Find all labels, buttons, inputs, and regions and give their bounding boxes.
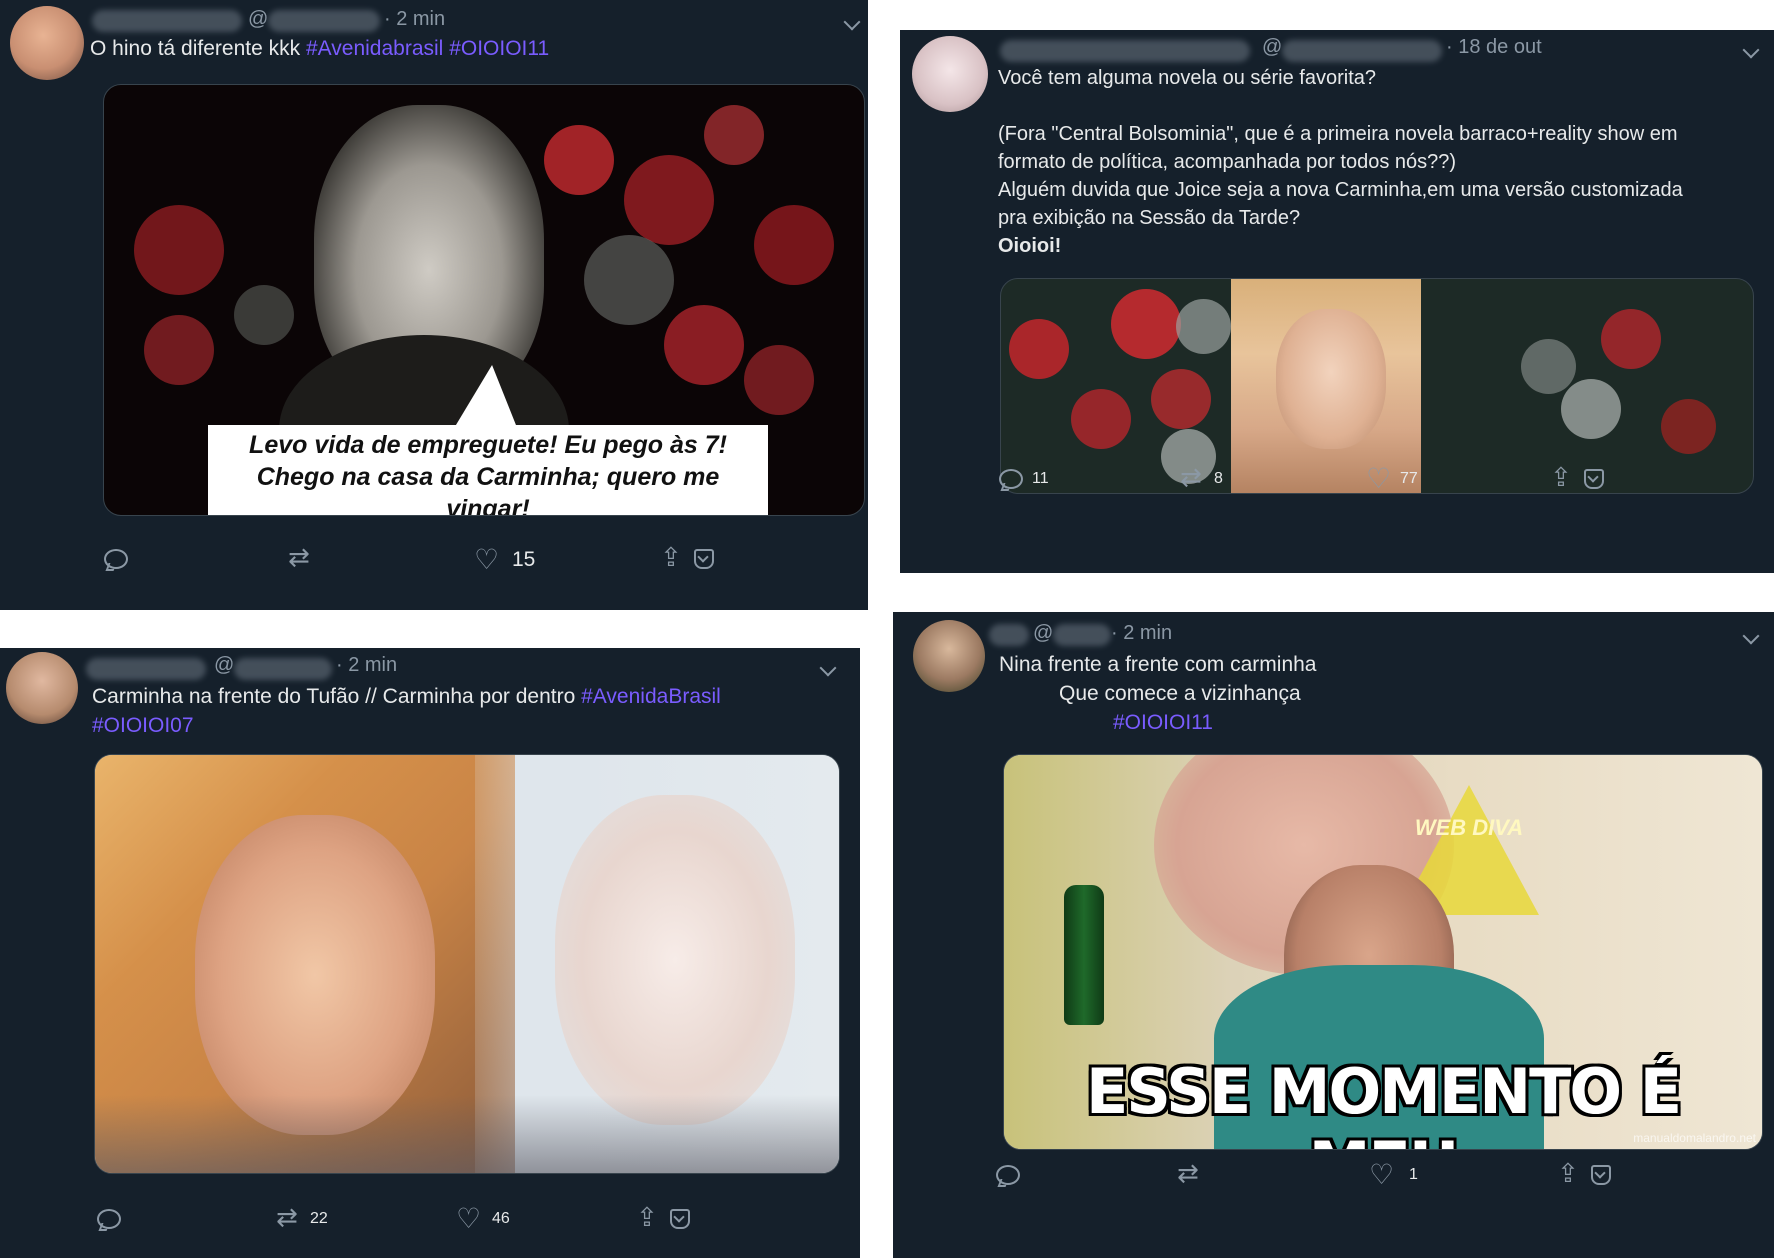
hashtag-link[interactable]: #AvenidaBrasil xyxy=(581,685,721,708)
bookmark-icon xyxy=(1589,1164,1611,1186)
like-button[interactable]: 15 xyxy=(474,543,536,576)
like-count: 1 xyxy=(1409,1166,1418,1183)
hashtag-link[interactable]: #Avenidabrasil xyxy=(306,37,443,60)
share-button[interactable] xyxy=(1557,1158,1611,1189)
tweet-text: Você tem alguma novela ou série favorita… xyxy=(998,64,1768,260)
retweet-icon xyxy=(1180,462,1204,493)
retweet-button[interactable] xyxy=(288,542,326,573)
chevron-down-icon[interactable] xyxy=(846,12,858,33)
bookmark-icon xyxy=(668,1208,690,1230)
blurred-handle xyxy=(1282,40,1442,62)
tweet-time[interactable]: · 2 min xyxy=(1111,622,1172,645)
chevron-down-icon[interactable] xyxy=(822,658,834,679)
retweet-button[interactable] xyxy=(1177,1158,1215,1189)
retweet-button[interactable]: 22 xyxy=(276,1202,328,1233)
tweet-line: Nina frente a frente com carminha xyxy=(999,653,1317,676)
share-button[interactable] xyxy=(636,1202,690,1233)
retweet-count: 22 xyxy=(310,1210,328,1227)
retweet-icon xyxy=(288,542,312,573)
tweet-time[interactable]: · 18 de out xyxy=(1446,36,1542,59)
share-icon xyxy=(660,542,684,573)
blurred-display-name xyxy=(1000,40,1250,62)
reply-count: 11 xyxy=(1032,470,1049,487)
tweet-text: Carminha na frente do Tufão // Carminha … xyxy=(92,682,792,740)
like-button[interactable]: 1 xyxy=(1369,1158,1418,1191)
blurred-display-name xyxy=(989,624,1029,646)
tweet-2[interactable]: @ · 18 de out Você tem alguma novela ou … xyxy=(900,30,1774,573)
share-button[interactable] xyxy=(1550,462,1604,493)
bottle xyxy=(1064,885,1104,1025)
avatar[interactable] xyxy=(912,36,988,112)
share-button[interactable] xyxy=(660,542,714,573)
tweet-line: (Fora "Central Bolsominia", que é a prim… xyxy=(998,123,1678,145)
retweet-icon xyxy=(276,1202,300,1233)
tweet-text: Nina frente a frente com carminha Que co… xyxy=(999,650,1499,737)
tweet-time[interactable]: · 2 min xyxy=(384,8,445,31)
tweet-body: Carminha na frente do Tufão // Carminha … xyxy=(92,685,576,708)
blurred-display-name xyxy=(86,658,206,680)
reply-icon xyxy=(103,548,128,570)
like-button[interactable]: 77 xyxy=(1366,462,1418,495)
hashtag-link[interactable]: #OIOIOI07 xyxy=(92,714,194,737)
reply-icon xyxy=(995,1164,1020,1186)
heart-icon xyxy=(1366,462,1391,495)
watermark-text: manualdomalandro.net xyxy=(1633,1131,1756,1145)
caption-line: Levo vida de empreguete! Eu pego às 7! xyxy=(249,431,727,459)
reply-icon xyxy=(998,468,1023,490)
tweet-media-image[interactable] xyxy=(94,754,840,1174)
tweet-line: Você tem alguma novela ou série favorita… xyxy=(998,67,1376,89)
share-icon xyxy=(1550,462,1574,493)
handle-at: @ xyxy=(214,654,235,676)
hashtag-link[interactable]: #OIOIOI11 xyxy=(999,708,1499,737)
tweet-line: formato de política, acompanhada por tod… xyxy=(998,151,1457,173)
avatar[interactable] xyxy=(10,6,84,80)
hashtag-link[interactable]: #OIOIOI11 xyxy=(449,37,549,60)
heart-icon xyxy=(474,543,499,576)
reply-button[interactable] xyxy=(96,1208,134,1230)
handle-at: @ xyxy=(248,8,269,30)
like-count: 77 xyxy=(1400,470,1418,487)
chevron-down-icon[interactable] xyxy=(1745,626,1757,647)
tweet-3[interactable]: @ · 2 min Carminha na frente do Tufão //… xyxy=(0,648,860,1258)
caption-line: Chego na casa da Carminha; quero me ving… xyxy=(256,463,720,516)
tweet-body: O hino tá diferente kkk xyxy=(90,37,301,60)
bookmark-icon xyxy=(692,548,714,570)
reply-button[interactable] xyxy=(995,1164,1033,1186)
like-count: 15 xyxy=(512,548,536,571)
handle-at: @ xyxy=(1033,622,1054,644)
reply-button[interactable] xyxy=(103,548,141,570)
tweet-line: Alguém duvida que Joice seja a nova Carm… xyxy=(998,179,1683,201)
share-icon xyxy=(636,1202,660,1233)
tweet-4[interactable]: @ · 2 min Nina frente a frente com carmi… xyxy=(893,612,1774,1258)
tweet-time[interactable]: · 2 min xyxy=(336,654,397,677)
heart-icon xyxy=(1369,1158,1394,1191)
chevron-down-icon[interactable] xyxy=(1745,40,1757,61)
reply-icon xyxy=(96,1208,121,1230)
like-count: 46 xyxy=(492,1210,510,1227)
tweet-media-image[interactable]: WEB DIVA ESSE MOMENTO É MEU manualdomala… xyxy=(1003,754,1763,1150)
avatar[interactable] xyxy=(913,620,985,692)
blurred-handle xyxy=(268,10,380,32)
tweet-1[interactable]: @ · 2 min O hino tá diferente kkk #Aveni… xyxy=(0,0,868,610)
blurred-handle xyxy=(234,658,332,680)
retweet-count: 8 xyxy=(1214,470,1223,487)
heart-icon xyxy=(456,1202,481,1235)
share-icon xyxy=(1557,1158,1581,1189)
avatar[interactable] xyxy=(6,652,78,724)
tweet-line: pra exibição na Sessão da Tarde? xyxy=(998,207,1301,229)
tweet-media-image[interactable]: Levo vida de empreguete! Eu pego às 7! C… xyxy=(103,84,865,516)
like-button[interactable]: 46 xyxy=(456,1202,510,1235)
blurred-handle xyxy=(1053,624,1111,646)
tweet-line: Oioioi! xyxy=(998,235,1062,257)
blurred-display-name xyxy=(92,10,242,32)
reply-button[interactable]: 11 xyxy=(998,468,1049,490)
retweet-icon xyxy=(1177,1158,1201,1189)
bookmark-icon xyxy=(1582,468,1604,490)
tweet-line: Que comece a vizinhança xyxy=(1059,682,1301,705)
retweet-button[interactable]: 8 xyxy=(1180,462,1223,493)
meme-caption: Levo vida de empreguete! Eu pego às 7! C… xyxy=(208,425,768,516)
handle-at: @ xyxy=(1262,36,1283,58)
tweet-text: O hino tá diferente kkk #Avenidabrasil #… xyxy=(90,34,549,63)
